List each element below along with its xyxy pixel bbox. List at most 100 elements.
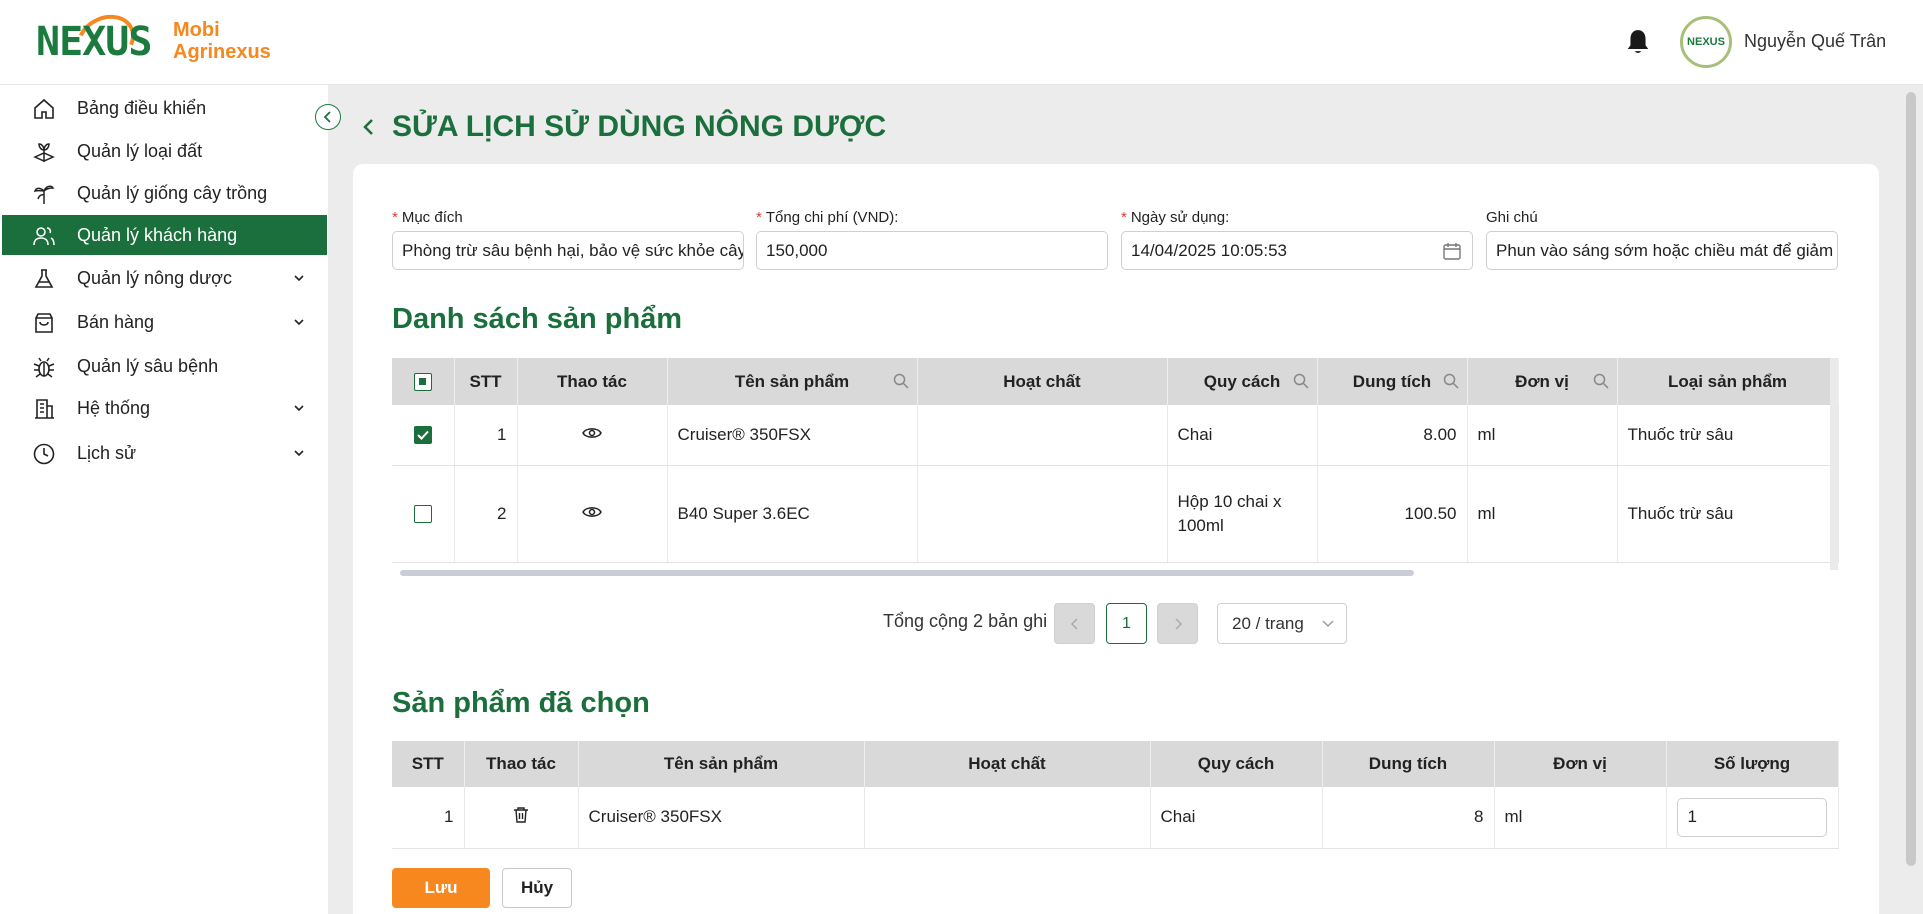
chevron-down-icon: [294, 450, 304, 457]
table-horizontal-scrollbar[interactable]: [400, 570, 1414, 576]
search-icon[interactable]: [1443, 373, 1459, 389]
row-unit: ml: [1467, 465, 1618, 563]
row-view-cell[interactable]: [517, 465, 668, 563]
eye-icon[interactable]: [582, 505, 602, 519]
row-product-type: Thuốc trừ sâu: [1617, 465, 1839, 563]
page-scrollbar[interactable]: [1906, 92, 1916, 866]
search-icon[interactable]: [1293, 373, 1309, 389]
row-checkbox[interactable]: [413, 505, 432, 524]
col-product-name: Tên sản phẩm: [578, 741, 865, 787]
note-input[interactable]: Phun vào sáng sớm hoặc chiều mát để giảm…: [1486, 231, 1838, 270]
table-row: 2 B40 Super 3.6EC Hộp 10 chai x 100ml 10…: [392, 465, 1839, 563]
sidebar-item-sales[interactable]: Bán hàng: [2, 302, 327, 342]
trash-icon[interactable]: [513, 806, 529, 824]
row-delete-cell[interactable]: [464, 787, 579, 849]
sidebar-item-crop-varieties[interactable]: Quản lý giống cây trồng: [2, 173, 327, 213]
col-spec[interactable]: Quy cách: [1167, 358, 1318, 405]
logo-line2: Agrinexus: [173, 41, 271, 63]
usage-date-field: * Ngày sử dụng: 14/04/2025 10:05:53: [1121, 209, 1473, 270]
table-vertical-scrollbar[interactable]: [1830, 358, 1838, 582]
chevron-down-icon: [294, 319, 304, 326]
total-cost-label: Tổng chi phí (VND):: [765, 209, 899, 226]
bug-icon: [33, 357, 55, 378]
col-ingredient: Hoạt chất: [864, 741, 1151, 787]
col-product-name[interactable]: Tên sản phẩm: [667, 358, 918, 405]
eye-icon[interactable]: [582, 426, 602, 440]
back-arrow-icon[interactable]: [360, 116, 378, 138]
row-volume: 8: [1322, 787, 1495, 849]
row-product-name: B40 Super 3.6EC: [667, 465, 918, 563]
row-stt: 2: [454, 465, 518, 563]
sidebar-item-dashboard[interactable]: Bảng điều khiển: [2, 88, 327, 128]
col-product-type: Loại sản phẩm: [1617, 358, 1839, 405]
chevron-down-icon: [1322, 620, 1334, 627]
flask-icon: [34, 269, 54, 288]
prev-page-button[interactable]: [1054, 603, 1095, 644]
page-header: SỬA LỊCH SỬ DÙNG NÔNG DƯỢC: [360, 110, 886, 144]
row-volume: 8.00: [1317, 405, 1468, 466]
sidebar-item-customers[interactable]: Quản lý khách hàng: [2, 215, 327, 255]
product-table: STT Thao tác Tên sản phẩm Hoạt chất Quy …: [392, 358, 1839, 563]
user-name[interactable]: Nguyễn Quế Trân: [1744, 31, 1886, 52]
users-icon: [33, 227, 55, 246]
chevron-down-icon: [294, 405, 304, 412]
avatar[interactable]: NEXUS: [1680, 16, 1732, 68]
col-stt: STT: [392, 741, 465, 787]
row-unit: ml: [1467, 405, 1618, 466]
col-action: Thao tác: [464, 741, 579, 787]
total-cost-field: * Tổng chi phí (VND): 150,000: [756, 209, 1108, 270]
sidebar-item-label: Quản lý nông dược: [77, 267, 232, 288]
row-view-cell[interactable]: [517, 405, 668, 466]
col-product-name-label: Tên sản phẩm: [734, 371, 850, 391]
col-spec: Quy cách: [1150, 741, 1323, 787]
save-button[interactable]: Lưu: [392, 868, 490, 908]
app-logo[interactable]: NEXUS Mobi Agrinexus: [36, 5, 271, 75]
page-title: SỬA LỊCH SỬ DÙNG NÔNG DƯỢC: [392, 110, 887, 143]
page-size-select[interactable]: 20 / trang: [1217, 603, 1347, 644]
bell-icon[interactable]: [1625, 28, 1651, 56]
sidebar-item-history[interactable]: Lịch sử: [2, 433, 327, 473]
col-volume-label: Dung tích: [1352, 371, 1432, 391]
col-stt: STT: [454, 358, 518, 405]
total-cost-input[interactable]: 150,000: [756, 231, 1108, 270]
purpose-input[interactable]: Phòng trừ sâu bệnh hại, bảo vệ sức khỏe …: [392, 231, 744, 270]
sidebar-item-label: Quản lý khách hàng: [77, 224, 238, 245]
row-select-cell[interactable]: [392, 405, 455, 466]
row-ingredient: [917, 405, 1168, 466]
purpose-label: Mục đích: [401, 209, 463, 226]
logo-text: Mobi Agrinexus: [173, 19, 271, 63]
chevron-right-icon: [1174, 617, 1182, 630]
col-volume[interactable]: Dung tích: [1317, 358, 1468, 405]
quantity-input[interactable]: 1: [1676, 797, 1827, 837]
row-ingredient: [864, 787, 1151, 849]
selected-products-title: Sản phẩm đã chọn: [392, 687, 650, 719]
collapse-sidebar-button[interactable]: [315, 104, 341, 130]
avatar-text: NEXUS: [1687, 36, 1725, 48]
cancel-button[interactable]: Hủy: [502, 868, 572, 908]
row-spec: Hộp 10 chai x 100ml: [1167, 465, 1318, 563]
search-icon[interactable]: [893, 373, 909, 389]
row-select-cell[interactable]: [392, 465, 455, 563]
table-row: 1 Cruiser® 350FSX Chai 8 ml 1: [392, 787, 1839, 849]
calendar-icon[interactable]: [1442, 241, 1462, 261]
sidebar-item-soil[interactable]: Quản lý loại đất: [2, 131, 327, 171]
select-all-header[interactable]: [392, 358, 455, 405]
sidebar-item-label: Quản lý giống cây trồng: [77, 182, 268, 203]
sidebar-item-pesticides[interactable]: Quản lý nông dược: [2, 258, 327, 298]
pagination-total: Tổng cộng 2 bản ghi: [883, 611, 1048, 631]
next-page-button[interactable]: [1157, 603, 1198, 644]
col-quantity: Số lượng: [1666, 741, 1839, 787]
top-header: NEXUS Mobi Agrinexus NEXUS Nguyễn Quế Tr…: [0, 0, 1923, 85]
plant-icon: [33, 185, 55, 204]
table-row: 1 Cruiser® 350FSX Chai 8.00 ml Thuốc trừ…: [392, 405, 1839, 466]
sidebar-item-label: Quản lý loại đất: [77, 140, 203, 161]
col-unit[interactable]: Đơn vị: [1467, 358, 1618, 405]
select-all-checkbox[interactable]: [413, 373, 432, 392]
row-checkbox[interactable]: [413, 426, 432, 445]
usage-date-input[interactable]: 14/04/2025 10:05:53: [1121, 231, 1473, 270]
page-number-button[interactable]: 1: [1106, 603, 1147, 644]
sidebar-item-pests[interactable]: Quản lý sâu bệnh: [2, 346, 327, 386]
sidebar-item-system[interactable]: Hệ thống: [2, 388, 327, 428]
building-icon: [35, 399, 54, 419]
search-icon[interactable]: [1593, 373, 1609, 389]
